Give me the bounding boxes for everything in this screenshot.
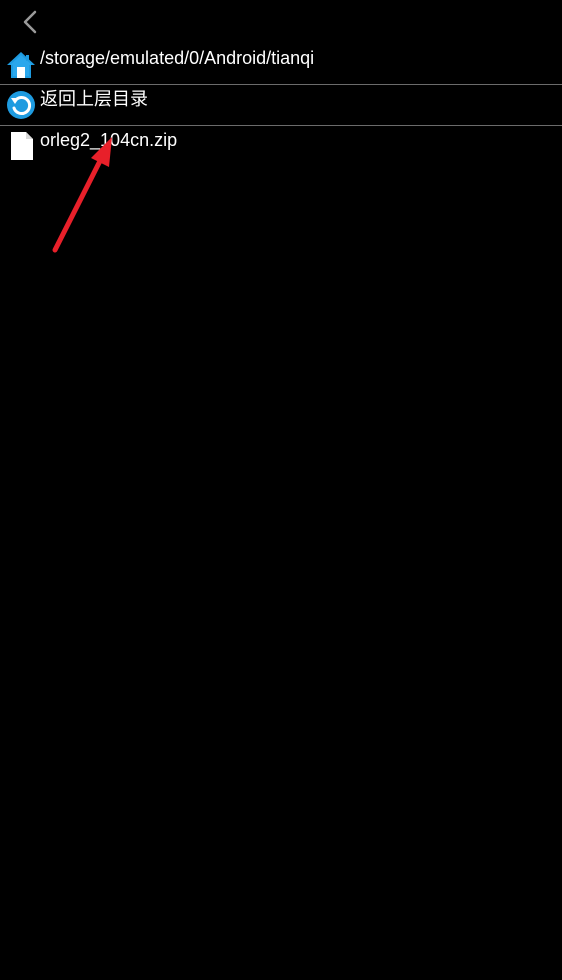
top-bar	[0, 0, 562, 44]
file-icon	[11, 132, 33, 160]
current-path-label: /storage/emulated/0/Android/tianqi	[40, 48, 315, 68]
divider	[0, 125, 562, 126]
file-name-label: orleg2_104cn.zip	[40, 130, 178, 150]
home-icon	[7, 52, 35, 78]
refresh-back-icon	[7, 91, 35, 119]
current-path-row[interactable]: /storage/emulated/0/Android/tianqi	[0, 44, 562, 84]
parent-directory-label: 返回上层目录	[40, 89, 148, 109]
chevron-left-icon	[23, 10, 37, 34]
divider	[0, 84, 562, 85]
parent-directory-row[interactable]: 返回上层目录	[0, 86, 562, 126]
back-button[interactable]	[14, 6, 46, 38]
file-item[interactable]: orleg2_104cn.zip	[0, 127, 562, 167]
